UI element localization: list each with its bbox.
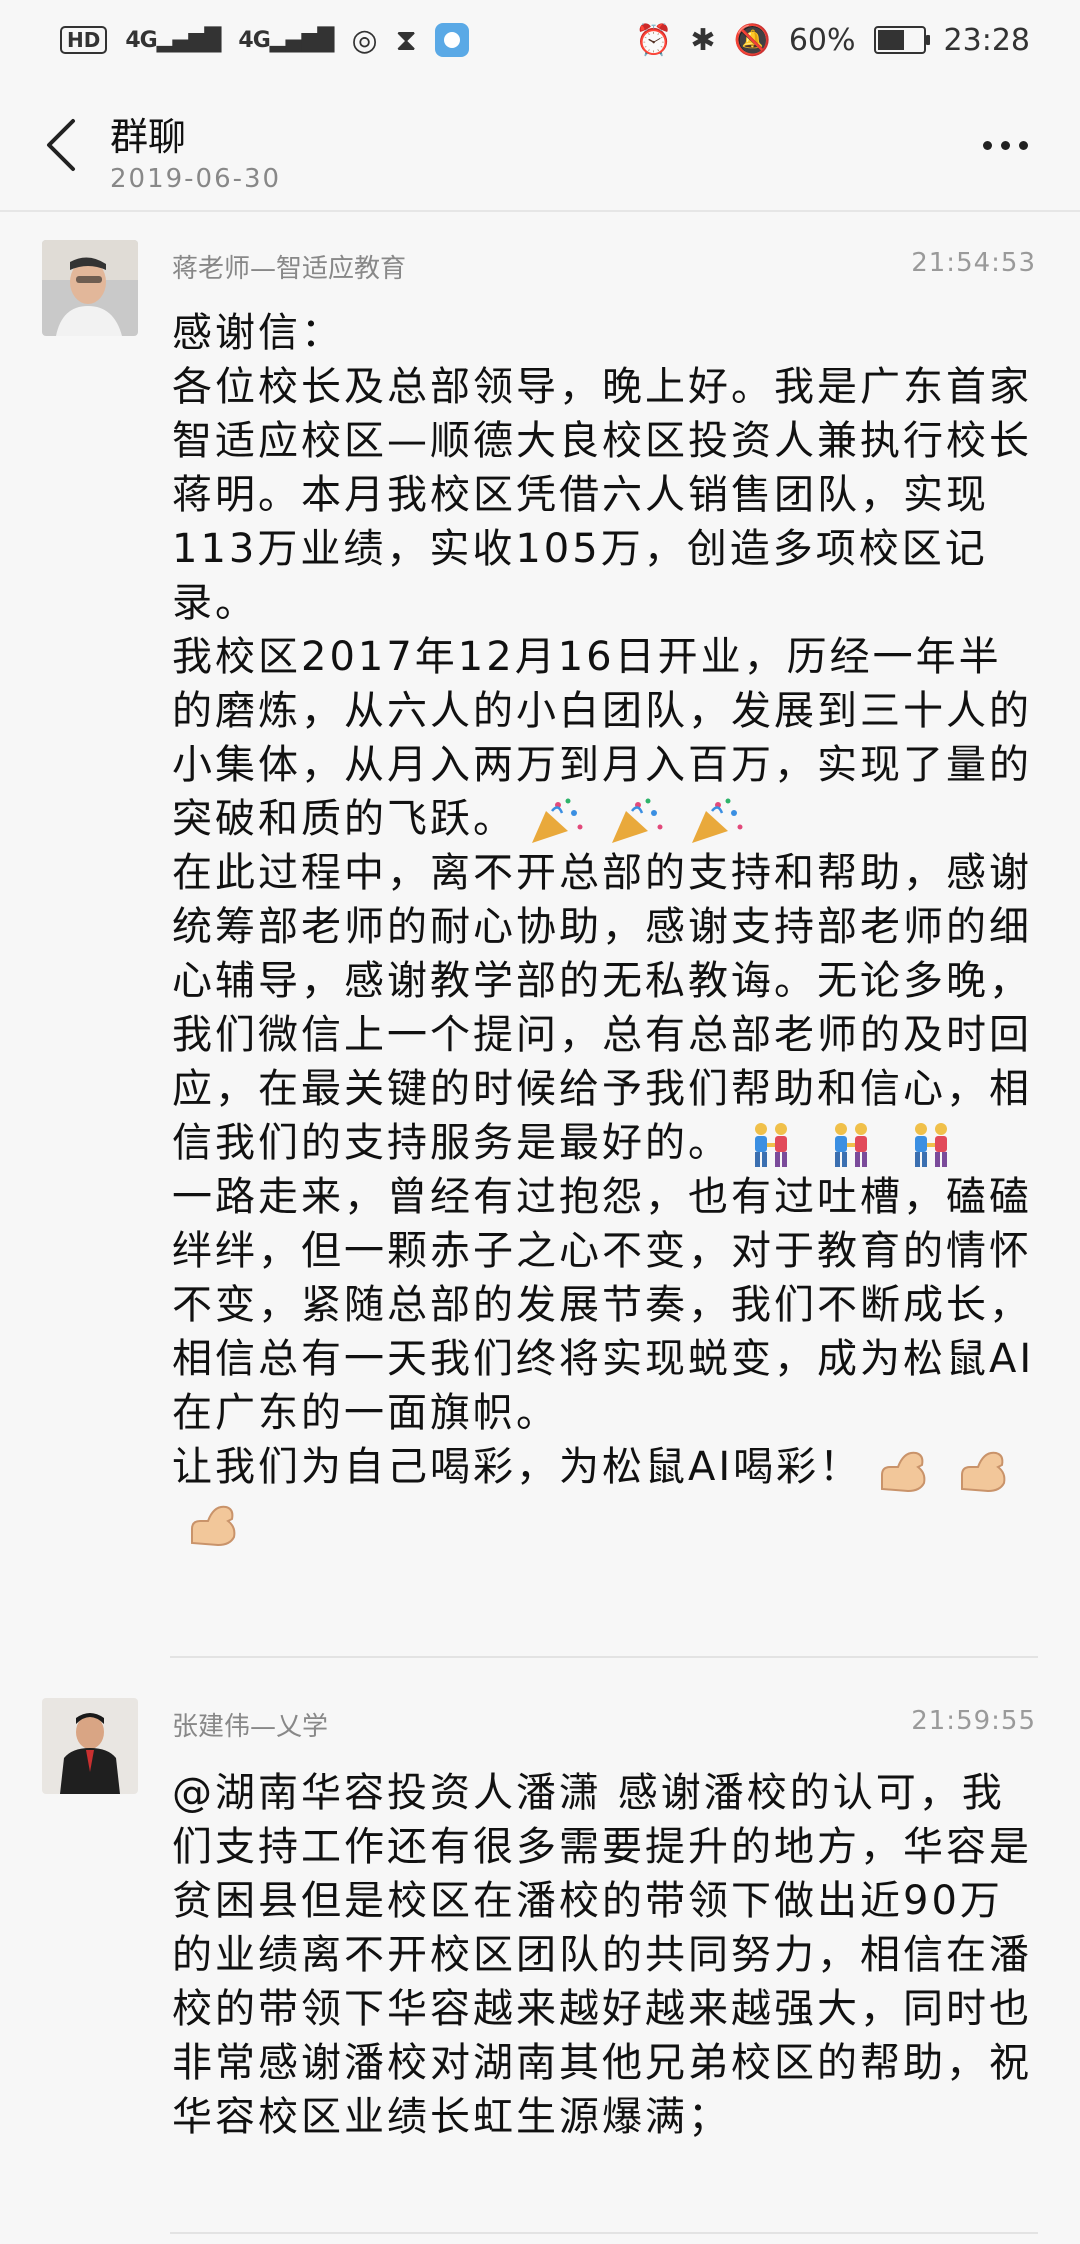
message-divider: [170, 1656, 1038, 1658]
more-button[interactable]: [970, 120, 1040, 170]
page-title: 群聊: [110, 115, 187, 159]
message-text[interactable]: 感谢信： 各位校长及总部领导，晚上好。我是广东首家智适应校区—顺德大良校区投资人…: [172, 306, 1044, 1548]
clock: 23:28: [943, 22, 1030, 58]
signal-4g-1-icon: 4G▂▄▆█: [125, 27, 221, 53]
status-bar: HD 4G▂▄▆█ 4G▂▄▆█ ◎ ⧗ ⏰ ✱ 🔕 60% 23:28: [0, 0, 1080, 80]
message-paragraph: 各位校长及总部领导，晚上好。我是广东首家智适应校区—顺德大良校区投资人兼执行校长…: [172, 364, 1032, 626]
message-time: 21:59:55: [911, 1706, 1036, 1736]
couple-holding-hands-icon: [835, 1123, 867, 1167]
message-paragraph-text: 让我们为自己喝彩，为松鼠AI喝彩！: [172, 1444, 863, 1490]
page-date: 2019-06-30: [110, 164, 282, 194]
more-dots-icon: [1018, 140, 1028, 150]
hd-badge: HD: [60, 26, 108, 54]
app-notification-icon: [434, 23, 469, 57]
hotspot-icon: ◎: [351, 22, 378, 58]
hourglass-icon: ⧗: [395, 22, 417, 58]
signal-label-1: 4G: [125, 27, 157, 53]
back-arrow-icon: [47, 119, 75, 171]
flexed-biceps-icon: [961, 1451, 1006, 1493]
message-paragraph-text: 我校区2017年12月16日开业，历经一年半的磨炼，从六人的小白团队，发展到三十…: [172, 634, 1032, 842]
flexed-biceps-icon: [881, 1451, 926, 1493]
sender-name[interactable]: 蒋老师—智适应教育: [172, 248, 406, 285]
avatar-image: [42, 1698, 138, 1794]
message-paragraph: @湖南华容投资人潘潇 感谢潘校的认可，我们支持工作还有很多需要提升的地方，华容是…: [172, 1770, 1032, 2140]
status-left: HD 4G▂▄▆█ 4G▂▄▆█ ◎ ⧗: [60, 23, 469, 58]
message-time: 21:54:53: [911, 248, 1036, 278]
message-paragraph: 感谢信：: [172, 310, 344, 356]
message-paragraph: 一路走来，曾经有过抱怨，也有过吐槽，磕磕绊绊，但一颗赤子之心不变，对于教育的情怀…: [172, 1174, 1035, 1436]
message-paragraph-text: 在此过程中，离不开总部的支持和帮助，感谢统筹部老师的耐心协助，感谢支持部老师的细…: [172, 850, 1032, 1166]
message-divider: [170, 2232, 1038, 2234]
avatar-image: [42, 240, 138, 336]
message-paragraph: 我校区2017年12月16日开业，历经一年半的磨炼，从六人的小白团队，发展到三十…: [172, 630, 1044, 846]
party-popper-icon: [532, 798, 583, 843]
avatar[interactable]: [42, 240, 138, 336]
message-text[interactable]: @湖南华容投资人潘潇 感谢潘校的认可，我们支持工作还有很多需要提升的地方，华容是…: [172, 1766, 1044, 2144]
bluetooth-icon: ✱: [690, 22, 716, 58]
party-popper-icon: [612, 798, 663, 843]
more-dots-icon: [1000, 140, 1010, 150]
battery-percent: 60%: [788, 22, 856, 58]
status-right: ⏰ ✱ 🔕 60% 23:28: [635, 23, 1030, 58]
sender-name[interactable]: 张建伟—乂学: [172, 1706, 328, 1743]
chat-header: 群聊 2019-06-30: [0, 80, 1080, 210]
message-paragraph: 让我们为自己喝彩，为松鼠AI喝彩！: [172, 1440, 1044, 1548]
avatar[interactable]: [42, 1698, 138, 1794]
party-popper-icon: [692, 798, 743, 843]
battery-fill: [877, 30, 904, 50]
signal-4g-2-icon: 4G▂▄▆█: [238, 27, 334, 53]
message-paragraph: 在此过程中，离不开总部的支持和帮助，感谢统筹部老师的耐心协助，感谢支持部老师的细…: [172, 846, 1044, 1170]
battery-icon: [873, 26, 930, 54]
alarm-icon: ⏰: [634, 22, 673, 58]
couple-holding-hands-icon: [915, 1123, 947, 1167]
more-dots-icon: [982, 140, 992, 150]
mute-icon: 🔕: [733, 22, 771, 58]
signal-label-2: 4G: [238, 27, 270, 53]
couple-holding-hands-icon: [755, 1123, 787, 1167]
flexed-biceps-icon: [191, 1505, 236, 1547]
back-button[interactable]: [30, 110, 90, 180]
header-divider: [0, 210, 1080, 212]
